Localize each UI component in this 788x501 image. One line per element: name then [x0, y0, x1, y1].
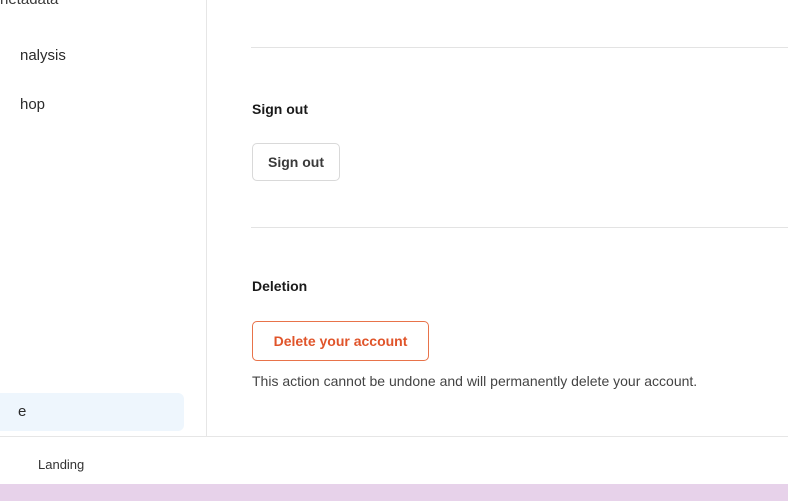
bottom-band [0, 484, 788, 501]
settings-main: Sign out Sign out Deletion Delete your a… [207, 0, 788, 436]
deletion-warning-text: This action cannot be undone and will pe… [252, 373, 698, 389]
divider [251, 227, 788, 228]
sign-out-section-title: Sign out [252, 101, 308, 117]
footer-landing-link[interactable]: Landing [38, 457, 84, 472]
deletion-section-title: Deletion [252, 278, 308, 294]
divider [251, 47, 788, 48]
sidebar-item-metadata[interactable]: netadata [0, 0, 58, 8]
footer-bar: Landing [0, 436, 788, 485]
sidebar-item-active-label: e [18, 403, 27, 420]
app-window: netadata nalysis hop e Sign out Sign out… [0, 0, 788, 501]
sidebar-item-shop[interactable]: hop [20, 96, 45, 113]
sidebar-item-analysis[interactable]: nalysis [20, 47, 66, 64]
sidebar-item-active[interactable]: e [0, 393, 184, 431]
sign-out-button[interactable]: Sign out [252, 143, 340, 181]
delete-account-button[interactable]: Delete your account [252, 321, 429, 361]
sidebar: netadata nalysis hop e [0, 0, 207, 436]
